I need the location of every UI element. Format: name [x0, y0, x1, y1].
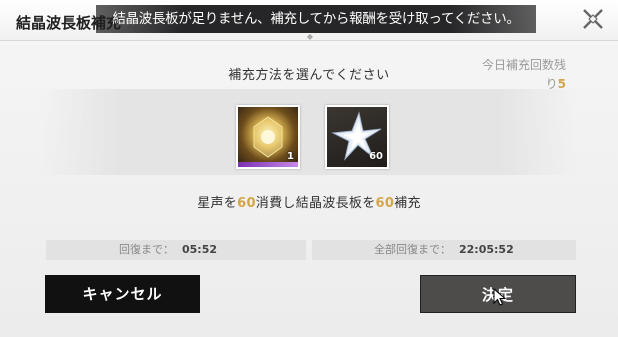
recover-timer: 回復まで： 05:52 [46, 240, 306, 260]
warning-toast: 結晶波長板が足りません、補充してから報酬を受け取ってください。 [96, 5, 536, 33]
header-divider-ornament: ◆ [306, 32, 314, 41]
stellar-jade-item[interactable]: 60 [325, 105, 389, 169]
cancel-button[interactable]: キャンセル [45, 275, 200, 313]
refill-description: 星声を60消費し結晶波長板を60補充 [0, 192, 618, 211]
item-quantity: 60 [369, 151, 383, 162]
description-suffix: 補充 [394, 196, 421, 211]
close-x-icon [583, 9, 603, 29]
refill-amount: 60 [375, 196, 395, 211]
description-middle: 消費し結晶波長板を [255, 196, 376, 211]
full-recover-timer: 全部回復まで： 22:05:52 [312, 240, 576, 260]
full-recover-timer-label: 全部回復まで： [374, 243, 451, 256]
item-quantity: 1 [287, 151, 294, 162]
remaining-refills-label: 今日補充回数残 [481, 58, 566, 72]
refill-dialog: 結晶波長板補充 ◆ 結晶波長板が足りません、補充してから報酬を受け取ってください… [0, 0, 618, 337]
close-button[interactable] [578, 4, 608, 34]
full-recover-timer-value: 22:05:52 [459, 243, 514, 256]
crystal-item[interactable]: 1 [236, 105, 300, 169]
description-prefix: 星声を [197, 196, 238, 211]
recover-timer-label: 回復まで： [119, 243, 174, 256]
rarity-bar [238, 162, 298, 167]
mouse-cursor-icon [493, 288, 507, 306]
cost-amount: 60 [237, 196, 256, 211]
item-selection-band [40, 89, 578, 175]
recover-timer-value: 05:52 [182, 243, 218, 256]
